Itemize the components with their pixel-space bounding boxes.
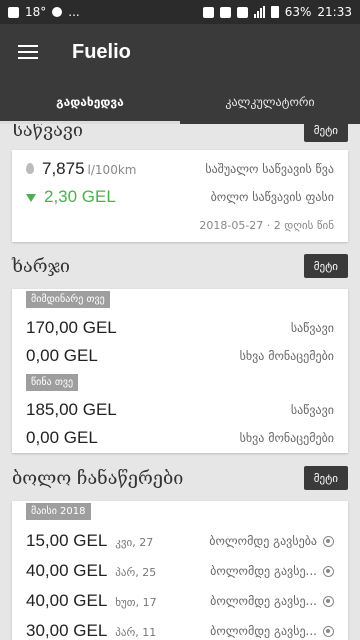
- more-notifications: ...: [68, 5, 80, 19]
- record-amount: 40,00 GEL: [26, 561, 108, 580]
- consumption-row: 7,875 l/100km საშუალო საწვავის წვა: [12, 158, 348, 180]
- costs-card[interactable]: მიმდინარე თვე 170,00 GEL საწვავი 0,00 GE…: [12, 289, 348, 453]
- date-row: 2018-05-27 · 2 დღის წინ: [12, 216, 348, 234]
- records-more-button[interactable]: მეტი: [303, 466, 348, 490]
- current-other-row: 0,00 GEL სხვა მონაცემები: [12, 345, 348, 367]
- record-row[interactable]: 30,00 GEL პარ, 11 ბოლომდე გავსე...: [12, 618, 348, 640]
- current-fuel-value: 170,00 GEL: [26, 318, 117, 337]
- current-other-label: სხვა მონაცემები: [239, 349, 334, 363]
- record-label: ბოლომდე გავსე...: [210, 594, 317, 608]
- bluetooth-icon: [202, 6, 214, 18]
- app-bar: Fuelio: [0, 24, 360, 80]
- battery-percent: 63%: [284, 5, 312, 19]
- fuel-more-button[interactable]: მეტი: [303, 124, 348, 142]
- costs-section-header: ხარჯი მეტი: [12, 254, 348, 278]
- record-amount: 30,00 GEL: [26, 621, 108, 640]
- main-content[interactable]: საწვავი მეტი 7,875 l/100km საშუალო საწვა…: [0, 124, 360, 640]
- hamburger-icon: [18, 45, 38, 59]
- prev-month-chip: წინა თვე: [26, 374, 79, 391]
- costs-section-title: ხარჯი: [12, 255, 70, 277]
- tab-bar: გადახედვა კალკულატორი: [0, 80, 360, 124]
- records-section-header: ბოლო ჩანაწერები მეტი: [12, 466, 348, 490]
- record-label: ბოლომდე გავსება: [209, 534, 317, 548]
- drop-icon: [26, 163, 34, 174]
- record-row[interactable]: 40,00 GEL ხუთ, 17 ბოლომდე გავსე...: [12, 588, 348, 614]
- consumption-label: საშუალო საწვავის წვა: [205, 162, 334, 176]
- record-amount: 40,00 GEL: [26, 591, 108, 610]
- notification-icon: [8, 6, 19, 18]
- fuel-section-title: საწვავი: [12, 124, 83, 141]
- tab-calculator[interactable]: კალკულატორი: [180, 80, 360, 124]
- current-other-value: 0,00 GEL: [26, 346, 98, 365]
- price-row: 2,30 GEL ბოლო საწვავის ფასი: [12, 186, 348, 208]
- consumption-unit: l/100km: [87, 163, 137, 177]
- prev-other-value: 0,00 GEL: [26, 428, 98, 447]
- price-down-icon: [26, 194, 36, 202]
- full-tank-icon: [323, 535, 334, 547]
- record-amount: 15,00 GEL: [26, 531, 108, 550]
- record-day: პარ, 11: [115, 626, 157, 639]
- current-month-chip: მიმდინარე თვე: [26, 291, 110, 308]
- record-day: კვი, 27: [115, 536, 154, 549]
- temperature: 18°: [25, 5, 47, 19]
- record-day: ხუთ, 17: [115, 596, 157, 609]
- price-value: 2,30 GEL: [44, 187, 116, 206]
- sync-icon: [52, 7, 63, 17]
- records-card[interactable]: მაისი 2018 15,00 GEL კვი, 27 ბოლომდე გავ…: [12, 501, 348, 640]
- record-day: პარ, 25: [115, 566, 157, 579]
- full-tank-icon: [323, 625, 334, 637]
- record-label: ბოლომდე გავსე...: [210, 564, 317, 578]
- prev-other-row: 0,00 GEL სხვა მონაცემები: [12, 427, 348, 449]
- last-fuel-date: 2018-05-27 · 2 დღის წინ: [199, 218, 334, 232]
- records-month-chip: მაისი 2018: [26, 503, 91, 520]
- records-section-title: ბოლო ჩანაწერები: [12, 467, 184, 489]
- status-bar: 18° ... 63% 21:33: [0, 0, 360, 24]
- signal-icon: [253, 6, 265, 18]
- record-label: ბოლომდე გავსე...: [210, 624, 317, 638]
- record-row[interactable]: 15,00 GEL კვი, 27 ბოლომდე გავსება: [12, 528, 348, 554]
- sim-icon: [236, 6, 248, 18]
- current-fuel-row: 170,00 GEL საწვავი: [12, 317, 348, 339]
- consumption-value: 7,875: [42, 159, 85, 178]
- full-tank-icon: [323, 595, 334, 607]
- costs-more-button[interactable]: მეტი: [303, 254, 348, 278]
- full-tank-icon: [323, 565, 334, 577]
- prev-fuel-row: 185,00 GEL საწვავი: [12, 399, 348, 421]
- prev-fuel-value: 185,00 GEL: [26, 400, 117, 419]
- current-fuel-label: საწვავი: [290, 321, 334, 335]
- price-label: ბოლო საწვავის ფასი: [210, 190, 334, 204]
- prev-other-label: სხვა მონაცემები: [239, 431, 334, 445]
- clock: 21:33: [317, 5, 352, 19]
- fuel-card[interactable]: 7,875 l/100km საშუალო საწვავის წვა 2,30 …: [12, 150, 348, 242]
- menu-button[interactable]: [0, 24, 56, 80]
- prev-fuel-label: საწვავი: [290, 403, 334, 417]
- battery-icon: [270, 6, 279, 18]
- vibrate-icon: [219, 6, 231, 18]
- fuel-section-header: საწვავი მეტი: [12, 124, 348, 142]
- record-row[interactable]: 40,00 GEL პარ, 25 ბოლომდე გავსე...: [12, 558, 348, 584]
- app-title: Fuelio: [72, 40, 131, 63]
- tab-overview[interactable]: გადახედვა: [0, 80, 180, 124]
